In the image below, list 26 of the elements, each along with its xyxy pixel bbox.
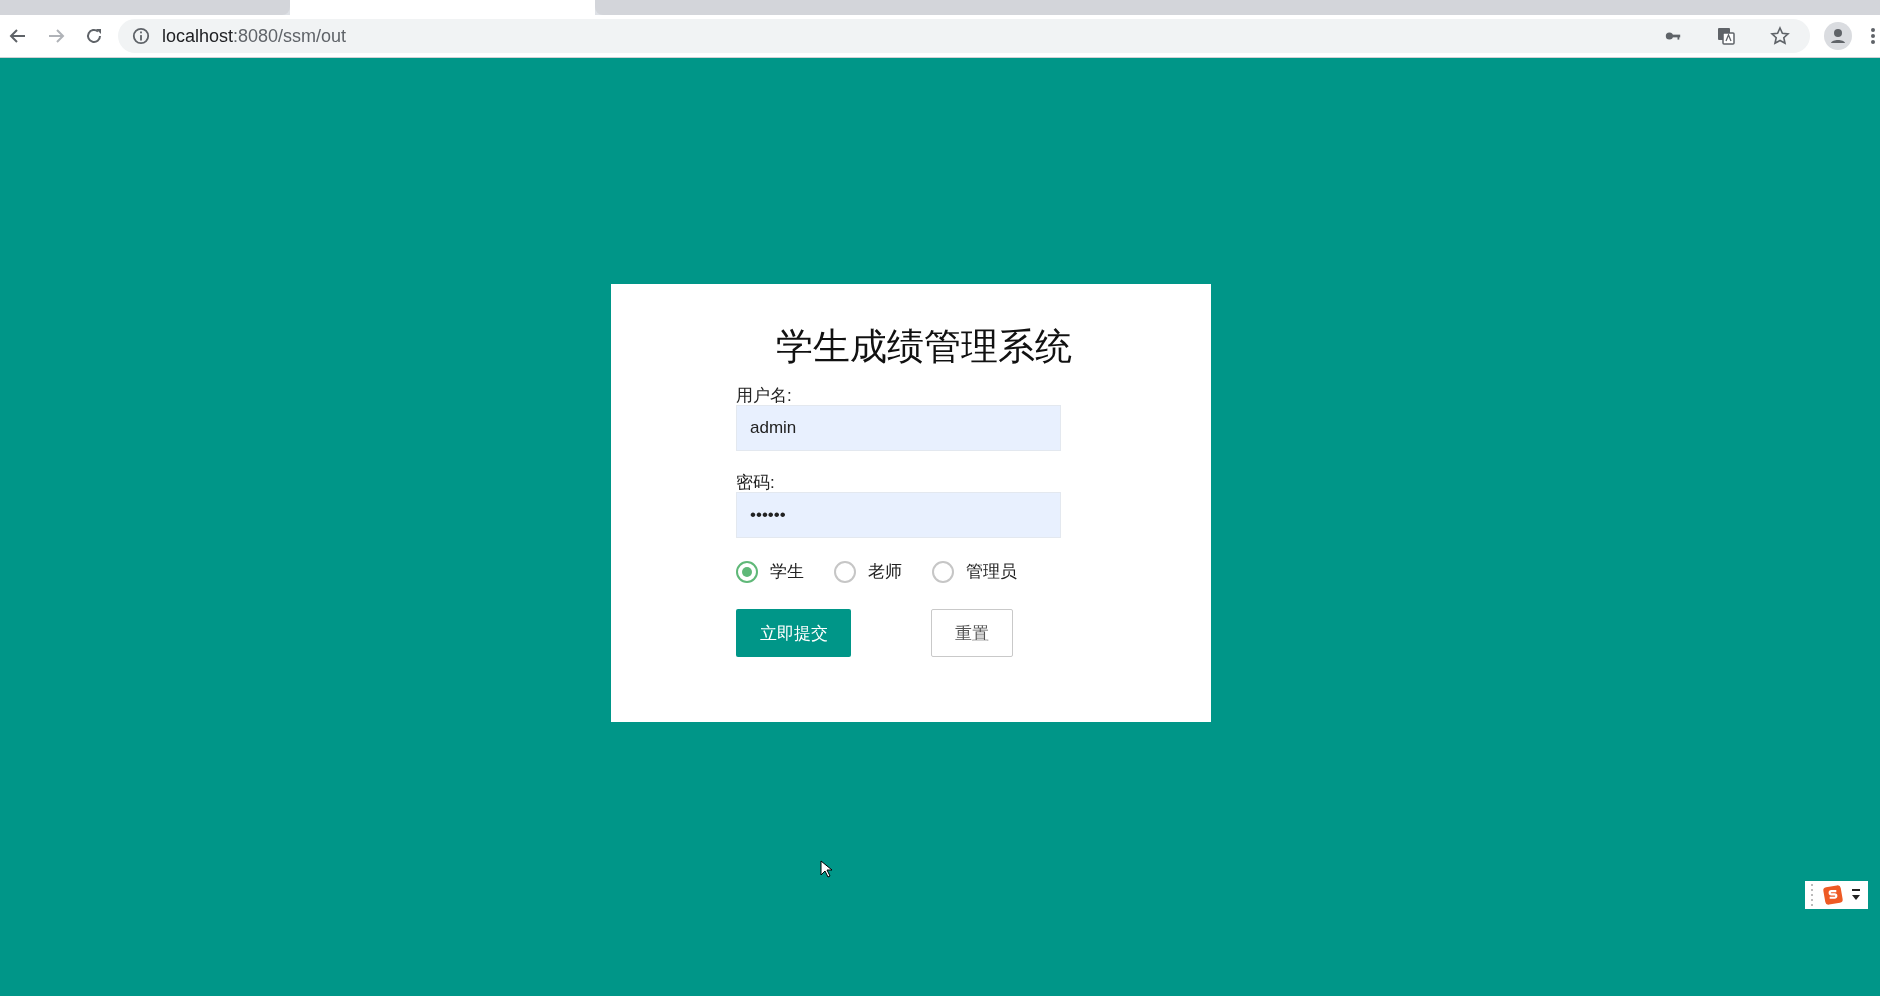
menu-icon[interactable] xyxy=(1870,26,1876,46)
submit-button[interactable]: 立即提交 xyxy=(736,609,851,657)
ime-toolbar[interactable] xyxy=(1805,881,1868,909)
input-field[interactable]: admin xyxy=(736,405,1061,451)
role-radio[interactable]: 管理员 xyxy=(932,560,1017,583)
address-bar[interactable]: localhost:8080/ssm/out xyxy=(118,19,1810,53)
url-text: localhost:8080/ssm/out xyxy=(162,25,347,47)
grip-icon[interactable] xyxy=(1811,884,1814,906)
ime-logo-icon[interactable] xyxy=(1822,884,1844,906)
info-icon[interactable] xyxy=(132,27,150,45)
role-radio[interactable]: 学生 xyxy=(736,560,804,583)
profile-avatar-icon[interactable] xyxy=(1824,22,1852,50)
radio-icon[interactable] xyxy=(736,560,758,583)
form-title: 学生成绩管理系统 xyxy=(774,325,1073,369)
star-icon[interactable] xyxy=(1770,26,1790,46)
role-radio[interactable]: 老师 xyxy=(834,560,902,583)
input-field[interactable]: •••••• xyxy=(736,492,1061,538)
translate-icon[interactable] xyxy=(1716,26,1736,46)
radio-icon[interactable] xyxy=(932,560,954,583)
reload-icon[interactable] xyxy=(84,26,104,46)
dropdown-arrows-icon[interactable] xyxy=(1852,889,1860,901)
field-label: 用户名: xyxy=(736,386,793,405)
field-label: 密码: xyxy=(736,473,776,492)
radio-icon[interactable] xyxy=(834,560,856,583)
reset-button[interactable]: 重置 xyxy=(931,609,1013,657)
mouse-cursor-icon xyxy=(820,860,832,878)
